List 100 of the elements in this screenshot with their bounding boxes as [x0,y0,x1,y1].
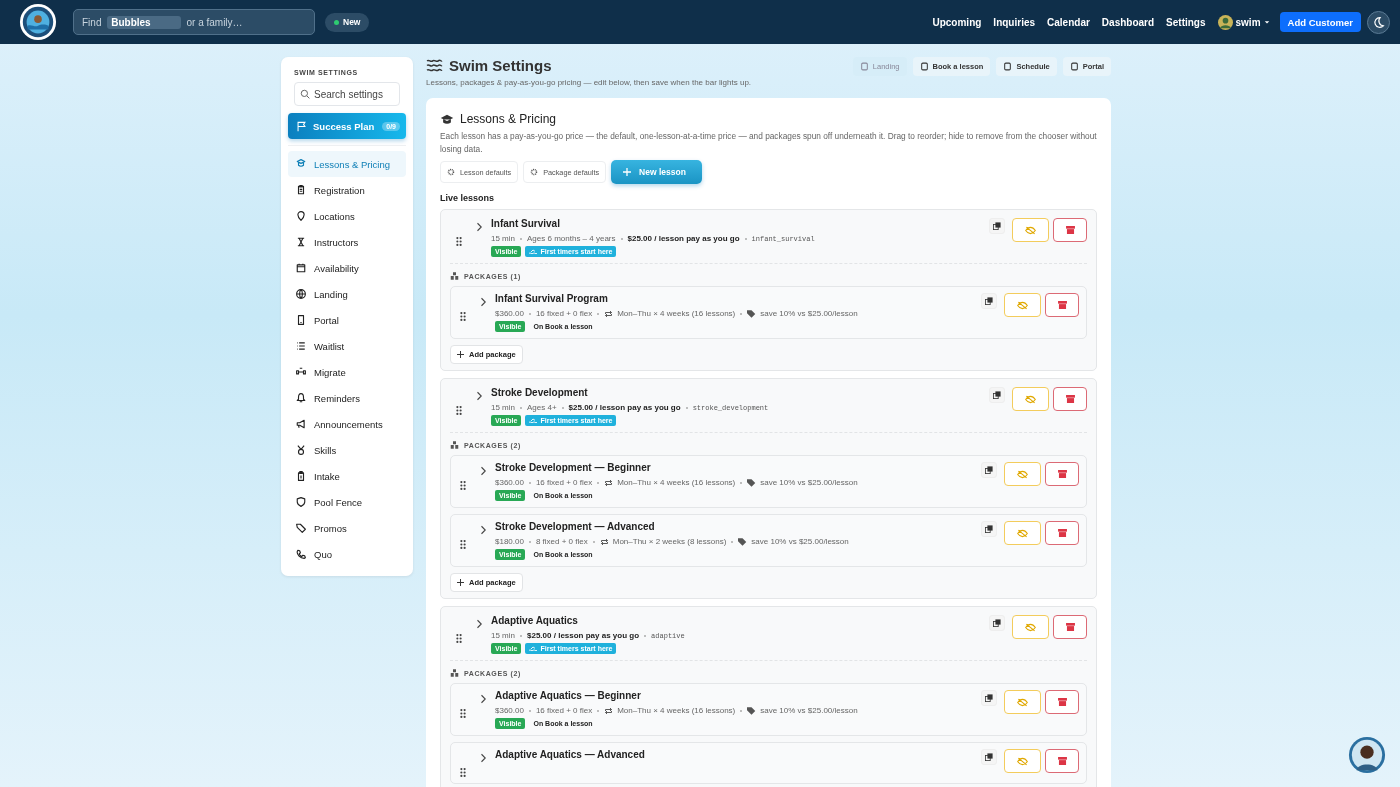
duration-text: 15 min [491,234,515,243]
phone-icon [296,315,306,325]
sidebar-item[interactable]: Registration [288,177,406,203]
sidebar-item[interactable]: Promos [288,515,406,541]
archive-icon [1065,395,1075,403]
sidebar-item[interactable]: Lessons & Pricing [288,151,406,177]
gear-icon [530,168,539,176]
nav-link[interactable]: Settings [1166,16,1206,28]
sidebar-item[interactable]: Landing [288,281,406,307]
drag-handle-icon[interactable] [460,540,466,549]
clipboard-icon [296,185,306,195]
graduation-cap-icon [440,113,454,125]
drag-handle-icon[interactable] [460,481,466,490]
swimmer-icon [529,645,538,652]
archive-button[interactable] [1053,615,1087,639]
eye-slash-icon [1017,300,1028,310]
sidebar-item[interactable]: Migrate [288,359,406,385]
price-text: $25.00 / lesson pay as you go [627,234,740,243]
archive-icon [1057,529,1067,537]
waves-icon [426,59,443,72]
chevron-icon[interactable] [480,297,486,307]
schedule-text: Mon–Thu × 4 weeks (16 lessons) [617,309,736,318]
chevron-icon[interactable] [480,466,486,476]
drag-handle-icon[interactable] [460,709,466,718]
chevron-icon[interactable] [480,525,486,535]
copy-icon [985,753,993,761]
duplicate-button[interactable] [989,615,1005,631]
search-field[interactable]: Find Bubbles or a family… [73,9,315,35]
sidebar-item[interactable]: Pool Fence [288,489,406,515]
add-customer-button[interactable]: Add Customer [1279,12,1361,32]
archive-button[interactable] [1045,293,1079,317]
price-text: $25.00 / lesson pay as you go [568,403,681,412]
user-menu[interactable]: swim [1217,14,1270,30]
list-icon [296,341,306,351]
plus-icon [623,168,632,176]
ages-text: Ages 6 months – 4 years [527,234,616,243]
sidebar-item[interactable]: Reminders [288,385,406,411]
sessions-text: 16 fixed + 0 flex [535,706,593,715]
copy-icon [985,297,993,305]
chevron-icon[interactable] [480,753,486,763]
archive-button[interactable] [1045,690,1079,714]
sidebar-item[interactable]: Quo [288,541,406,567]
moon-icon [1372,15,1385,29]
repeat-icon [604,478,614,487]
drag-handle-icon[interactable] [460,768,466,777]
duplicate-button[interactable] [981,293,997,309]
schedule-text: Mon–Thu × 4 weeks (16 lessons) [617,478,736,487]
archive-button[interactable] [1045,749,1079,773]
price-text: $360.00 [495,706,524,715]
page-subtitle: Lessons, packages & pay-as-you-go pricing — edit below, then save when the bar lights up. [426,78,752,87]
nav-link[interactable]: Upcoming [932,16,982,28]
drag-handle-icon[interactable] [456,406,462,415]
nav-link[interactable]: Inquiries [993,16,1036,28]
chevron-icon[interactable] [476,619,482,629]
archive-icon [1065,226,1075,234]
copy-icon [985,525,993,533]
sidebar-item[interactable]: Instructors [288,229,406,255]
nav-link[interactable]: Calendar [1047,16,1090,28]
boxes-icon [450,669,459,677]
eye-slash-icon [1025,225,1036,235]
nav-link[interactable]: Dashboard [1101,16,1155,28]
archive-button[interactable] [1045,462,1079,486]
calendar-icon [296,263,306,273]
search-field[interactable]: Search settings [294,82,400,106]
duplicate-button[interactable] [981,690,997,706]
drag-handle-icon[interactable] [456,237,462,246]
duplicate-button[interactable] [989,387,1005,403]
duplicate-button[interactable] [981,521,997,537]
new-button[interactable]: New [325,12,370,32]
sidebar-item[interactable]: Announcements [288,411,406,437]
copy-icon [985,466,993,474]
logo-icon[interactable] [19,3,57,41]
eye-slash-icon [1025,622,1036,632]
duplicate-button[interactable] [981,749,997,765]
sidebar-item[interactable]: Portal [288,307,406,333]
eye-slash-icon [1017,528,1028,538]
repeat-icon [604,309,614,318]
swimmer-icon [529,417,538,424]
chevron-icon[interactable] [476,222,482,232]
sidebar-item[interactable]: Locations [288,203,406,229]
hourglass-icon [296,237,306,247]
sidebar-item[interactable]: Skills [288,437,406,463]
assistant-avatar-icon[interactable] [1348,736,1386,774]
drag-handle-icon[interactable] [456,634,462,643]
chevron-icon[interactable] [476,391,482,401]
sidebar-item[interactable]: Waitlist [288,333,406,359]
sidebar-item[interactable]: Intake [288,463,406,489]
savings-text: save 10% vs $25.00/lesson [760,706,858,715]
duplicate-button[interactable] [981,462,997,478]
plus-icon [457,579,464,586]
theme-toggle-button[interactable] [1367,10,1390,34]
archive-button[interactable] [1053,218,1087,242]
archive-button[interactable] [1053,387,1087,411]
drag-handle-icon[interactable] [460,312,466,321]
sidebar-item[interactable]: Availability [288,255,406,281]
search-icon [300,89,310,99]
chevron-icon[interactable] [480,694,486,704]
duplicate-button[interactable] [989,218,1005,234]
shield-icon [296,497,306,507]
archive-button[interactable] [1045,521,1079,545]
